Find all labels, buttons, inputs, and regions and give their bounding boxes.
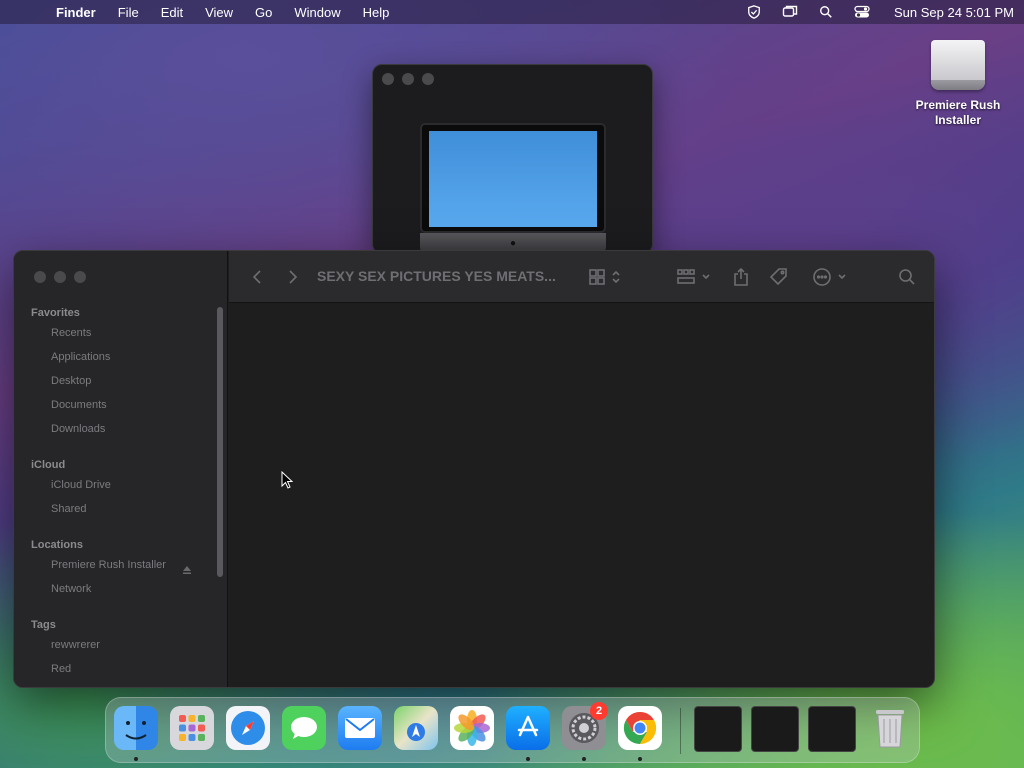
tags-button[interactable] (767, 265, 791, 289)
view-mode-button[interactable] (586, 265, 626, 289)
sidebar-section-locations: Locations (31, 539, 83, 551)
zoom-button[interactable] (422, 73, 434, 85)
sidebar-item-premiere-rush-installer[interactable]: Premiere Rush Installer (51, 559, 201, 571)
sidebar-item-tag-red[interactable]: Red (51, 663, 201, 675)
group-grid-icon (677, 269, 710, 284)
close-button[interactable] (382, 73, 394, 85)
dock-separator (680, 708, 681, 754)
search-icon (899, 269, 915, 285)
dock-chrome-icon[interactable] (618, 706, 662, 750)
menu-view[interactable]: View (205, 5, 233, 20)
dock-app-store-icon[interactable] (506, 706, 550, 750)
imac-illustration: ● (420, 123, 606, 253)
action-menu-button[interactable] (809, 265, 853, 289)
zoom-button[interactable] (74, 271, 86, 283)
menu-edit[interactable]: Edit (161, 5, 183, 20)
sidebar-item-downloads[interactable]: Downloads (51, 423, 201, 435)
forward-button[interactable] (283, 265, 303, 289)
icon-grid-view-icon (589, 269, 620, 285)
sidebar-item-shared[interactable]: Shared (51, 503, 201, 515)
share-icon (734, 267, 748, 286)
desktop-icon-label: Premiere Rush Installer (916, 98, 1001, 128)
dock-photos-icon[interactable] (450, 706, 494, 750)
finder-content-area[interactable] (229, 304, 934, 687)
sidebar-item-documents[interactable]: Documents (51, 399, 201, 411)
dock-maps-icon[interactable] (394, 706, 438, 750)
sidebar-item-network[interactable]: Network (51, 583, 201, 595)
window-title: SEXY SEX PICTURES YES MEATS... (317, 268, 556, 284)
dock-minimized-window-settings[interactable] (751, 706, 799, 752)
dock-trash-icon[interactable] (868, 706, 912, 750)
finder-toolbar: SEXY SEX PICTURES YES MEATS... (229, 251, 934, 303)
menu-help[interactable]: Help (363, 5, 390, 20)
installer-window[interactable]: ● (372, 64, 653, 254)
dock-safari-icon[interactable] (226, 706, 270, 750)
share-button[interactable] (729, 265, 753, 289)
screen-mirroring-icon[interactable] (782, 5, 798, 19)
dock-minimized-window-finder[interactable] (694, 706, 742, 752)
sidebar-scrollbar[interactable] (217, 307, 223, 577)
back-button[interactable] (247, 265, 267, 289)
menu-app-name[interactable]: Finder (56, 5, 96, 20)
minimize-button[interactable] (54, 271, 66, 283)
sidebar-item-tag-rewwrerer[interactable]: rewwrerer (51, 639, 201, 651)
menu-go[interactable]: Go (255, 5, 272, 20)
dock-mail-icon[interactable] (338, 706, 382, 750)
sidebar-section-favorites: Favorites (31, 307, 80, 319)
sidebar-item-applications[interactable]: Applications (51, 351, 201, 363)
ellipsis-circle-icon (813, 268, 846, 286)
close-button[interactable] (34, 271, 46, 283)
installer-window-controls (382, 73, 434, 85)
finder-sidebar: Favorites Recents Applications Desktop D… (14, 251, 228, 687)
dock-launchpad-icon[interactable] (170, 706, 214, 750)
desktop-disk-image[interactable]: Premiere Rush Installer (905, 34, 1011, 128)
control-center-icon[interactable] (854, 5, 870, 19)
disk-image-icon (927, 34, 989, 96)
search-button[interactable] (895, 265, 919, 289)
finder-window-controls (34, 271, 86, 283)
dock: 2 (105, 697, 920, 763)
sidebar-section-icloud: iCloud (31, 459, 66, 471)
sidebar-item-icloud-drive[interactable]: iCloud Drive (51, 479, 201, 491)
chevron-left-icon (252, 270, 261, 284)
chevron-right-icon (289, 270, 298, 284)
finder-window[interactable]: Favorites Recents Applications Desktop D… (13, 250, 935, 688)
sidebar-item-desktop[interactable]: Desktop (51, 375, 201, 387)
group-by-button[interactable] (675, 265, 715, 289)
notification-badge: 2 (590, 702, 608, 720)
dock-messages-icon[interactable] (282, 706, 326, 750)
menu-bar: Finder File Edit View Go Window Help Sun… (0, 0, 1024, 24)
sidebar-item-recents[interactable]: Recents (51, 327, 201, 339)
dock-finder-icon[interactable] (114, 706, 158, 750)
spotlight-search-icon[interactable] (818, 5, 834, 19)
menu-file[interactable]: File (118, 5, 139, 20)
vpn-shield-icon[interactable] (746, 5, 762, 19)
sidebar-section-tags: Tags (31, 619, 56, 631)
menu-window[interactable]: Window (294, 5, 340, 20)
eject-icon[interactable] (182, 565, 192, 575)
tag-icon (769, 268, 787, 286)
mouse-cursor-icon (281, 471, 293, 489)
dock-minimized-window-app-store[interactable] (808, 706, 856, 752)
desktop-icon-label-line2: Installer (934, 113, 981, 127)
minimize-button[interactable] (402, 73, 414, 85)
menu-clock[interactable]: Sun Sep 24 5:01 PM (894, 5, 1014, 20)
desktop-icon-label-line1: Premiere Rush (915, 98, 1001, 112)
